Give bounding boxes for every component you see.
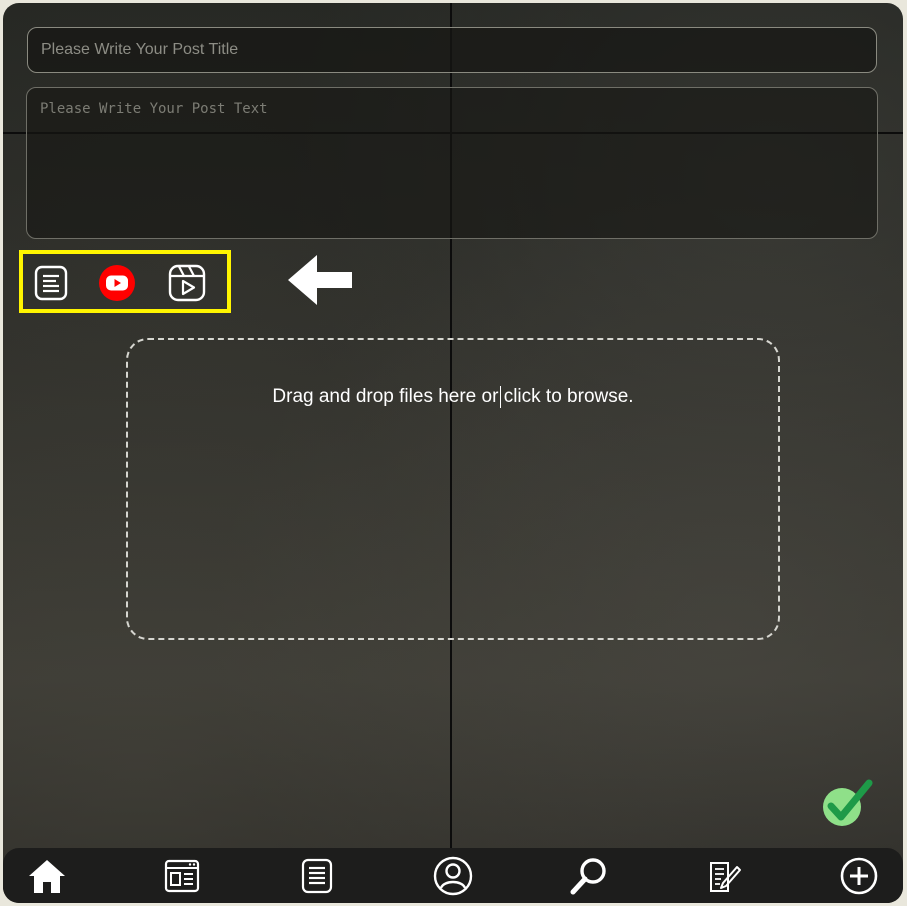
- search-icon: [570, 858, 606, 895]
- post-title-input[interactable]: [27, 27, 877, 73]
- file-dropzone[interactable]: Drag and drop files here or click to bro…: [126, 338, 780, 640]
- nav-feed-button[interactable]: [162, 856, 202, 896]
- arrow-left-icon: [288, 255, 352, 305]
- confirm-button[interactable]: [821, 779, 873, 827]
- nav-search-button[interactable]: [569, 856, 609, 896]
- nav-home-button[interactable]: [27, 856, 67, 896]
- nav-profile-button[interactable]: [433, 856, 473, 896]
- profile-icon: [433, 856, 473, 896]
- youtube-icon: [99, 265, 135, 301]
- text-post-icon: [34, 265, 68, 301]
- video-reel-icon: [168, 264, 206, 302]
- feed-icon: [164, 859, 200, 893]
- text-cursor: [500, 386, 501, 408]
- youtube-post-button[interactable]: [97, 264, 137, 302]
- bottom-navigation: [3, 848, 903, 903]
- nav-edit-button[interactable]: [704, 856, 744, 896]
- video-reel-post-button[interactable]: [167, 264, 207, 302]
- post-type-toolbar: [19, 250, 231, 313]
- create-post-panel: Drag and drop files here or click to bro…: [3, 3, 903, 903]
- nav-add-button[interactable]: [839, 856, 879, 896]
- home-icon: [29, 860, 65, 893]
- dropzone-text: Drag and drop files here or click to bro…: [272, 386, 634, 407]
- text-post-button[interactable]: [31, 264, 71, 302]
- post-text-input[interactable]: [26, 87, 878, 239]
- nav-list-button[interactable]: [297, 856, 337, 896]
- list-icon: [301, 858, 333, 894]
- edit-document-icon: [710, 862, 741, 892]
- add-circle-icon: [840, 857, 878, 895]
